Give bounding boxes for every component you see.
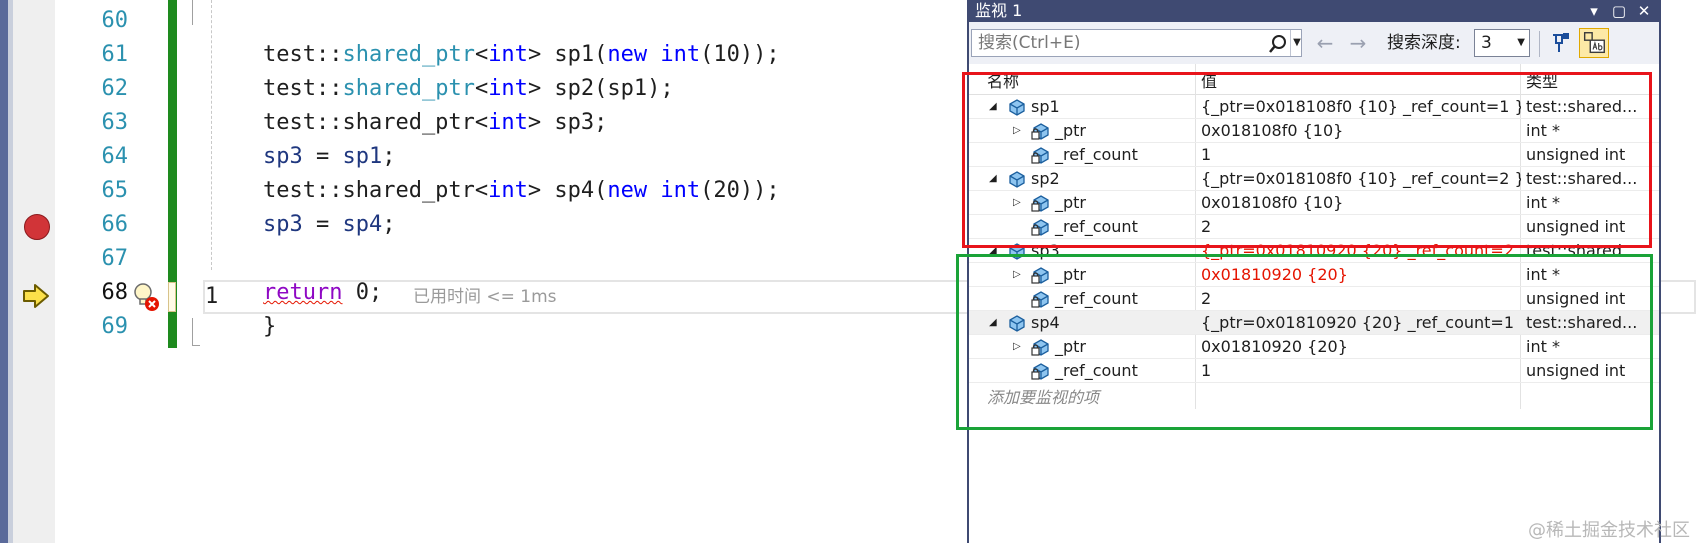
code-token: 0; — [342, 280, 383, 305]
code-line[interactable]: test::shared_ptr<int> sp4(new int(20)); — [263, 174, 780, 208]
code-token: new — [607, 42, 648, 67]
screenshot-root: 60 61 62 63 64 65 66 67 68 69 test::shared_ptr<in… — [0, 0, 1696, 543]
code-token: sp3 — [263, 144, 303, 169]
maximize-icon[interactable]: ▢ — [1607, 0, 1631, 22]
code-token: sp3 — [263, 212, 303, 237]
code-token: return — [263, 280, 343, 305]
back-arrow-icon[interactable]: ← — [1313, 30, 1337, 56]
line-number: 66 — [101, 212, 129, 237]
close-icon[interactable]: ✕ — [1632, 0, 1656, 22]
toolbar-separator — [1539, 31, 1540, 57]
chevron-down-icon: ▼ — [1517, 37, 1525, 48]
window-left-edge — [0, 0, 8, 543]
line-number: 65 — [101, 178, 129, 203]
code-token: (20)); — [700, 178, 780, 203]
line-number: 62 — [101, 76, 129, 101]
outline-guide-end — [192, 345, 200, 346]
code-line[interactable]: sp3 = sp1; — [263, 140, 396, 174]
watch-title-bar[interactable]: 监视 1 ▾ ▢ ✕ — [969, 0, 1659, 22]
annotation-red-box — [962, 72, 1652, 248]
watch-toolbar: 搜索(Ctrl+E) ▼ ← → 搜索深度: 3 ▼ — [969, 22, 1659, 64]
code-token: int — [488, 110, 528, 135]
watermark: @稀土掘金技术社区 — [1528, 520, 1690, 541]
search-depth-value: 3 — [1481, 33, 1492, 53]
code-token: sp1 — [342, 144, 383, 169]
code-token: new — [607, 178, 648, 203]
code-token: > sp3; — [527, 110, 608, 135]
current-line-marker — [168, 282, 176, 312]
search-input[interactable]: 搜索(Ctrl+E) ▼ — [971, 29, 1302, 57]
line-number: 69 — [101, 314, 129, 339]
code-token: shared_ptr — [342, 42, 475, 67]
elapsed-time-hint: 已用时间 <= 1ms — [413, 287, 557, 307]
code-token: ; — [382, 144, 396, 169]
code-line[interactable]: return 0; — [263, 276, 382, 310]
execution-pointer-icon — [23, 284, 49, 308]
annotation-green-box — [956, 254, 1653, 430]
search-depth-label: 搜索深度: — [1387, 33, 1461, 53]
search-placeholder: 搜索(Ctrl+E) — [978, 33, 1081, 53]
forward-arrow-icon[interactable]: → — [1346, 30, 1370, 56]
line-number: 64 — [101, 144, 129, 169]
code-token: test::shared_ptr< — [263, 110, 489, 135]
lightbulb-error-icon[interactable] — [130, 280, 164, 314]
dropdown-arrow-icon[interactable]: ▾ — [1582, 0, 1606, 22]
code-token: > sp4( — [527, 178, 608, 203]
line-number: 60 — [101, 8, 129, 33]
code-token: < — [474, 42, 489, 67]
code-token: test::shared_ptr< — [263, 178, 489, 203]
code-token: test:: — [263, 76, 343, 101]
code-token: int — [488, 42, 528, 67]
code-line[interactable]: test::shared_ptr<int> sp1(new int(10)); — [263, 38, 780, 72]
hex-display-icon[interactable] — [1579, 28, 1609, 58]
code-token: ; — [382, 212, 396, 237]
code-token: int — [488, 76, 528, 101]
search-icon[interactable] — [1268, 34, 1288, 54]
watch-title: 监视 1 — [975, 1, 1023, 20]
code-token: (10)); — [700, 42, 780, 67]
search-depth-select[interactable]: 3 ▼ — [1474, 29, 1530, 57]
indent-guide — [211, 0, 212, 270]
glyph-margin[interactable] — [13, 0, 55, 543]
line-number: 63 — [101, 110, 129, 135]
code-line[interactable]: test::shared_ptr<int> sp2(sp1); — [263, 72, 674, 106]
outline-guide — [192, 318, 193, 346]
code-token: int — [660, 178, 701, 203]
code-token: = — [302, 144, 343, 169]
code-token: < — [474, 76, 489, 101]
code-token: shared_ptr — [342, 76, 475, 101]
pin-icon[interactable] — [1547, 30, 1573, 56]
code-token: int — [488, 178, 528, 203]
code-token: > sp2(sp1); — [527, 76, 674, 101]
code-token: test:: — [263, 42, 343, 67]
code-line[interactable]: test::shared_ptr<int> sp3; — [263, 106, 607, 140]
code-token: > sp1( — [527, 42, 608, 67]
chevron-down-icon[interactable]: ▼ — [1290, 30, 1303, 56]
line-number: 67 — [101, 246, 129, 271]
code-token: int — [660, 42, 701, 67]
line-number: 68 — [101, 280, 129, 305]
code-token: } — [263, 314, 277, 339]
code-token: = — [302, 212, 343, 237]
current-line-prefix: 1 — [205, 284, 219, 309]
outline-guide — [192, 0, 193, 25]
code-line[interactable]: sp3 = sp4; — [263, 208, 396, 242]
line-number: 61 — [101, 42, 129, 67]
code-token: sp4 — [342, 212, 383, 237]
breakpoint-icon[interactable] — [24, 214, 50, 240]
code-line[interactable]: } — [263, 310, 276, 344]
